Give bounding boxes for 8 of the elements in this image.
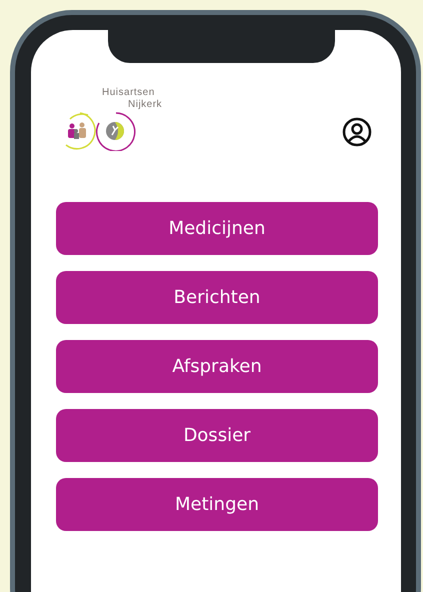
menu-button[interactable]: Dossier: [56, 409, 378, 462]
menu-button[interactable]: Berichten: [56, 271, 378, 324]
brand-name: Huisartsen: [102, 87, 156, 99]
menu-button[interactable]: Medicijnen: [56, 202, 378, 255]
profile-icon[interactable]: [342, 117, 372, 147]
menu-button[interactable]: Metingen: [56, 478, 378, 531]
menu-button[interactable]: Afspraken: [56, 340, 378, 393]
brand-name: Nijkerk: [128, 99, 162, 111]
